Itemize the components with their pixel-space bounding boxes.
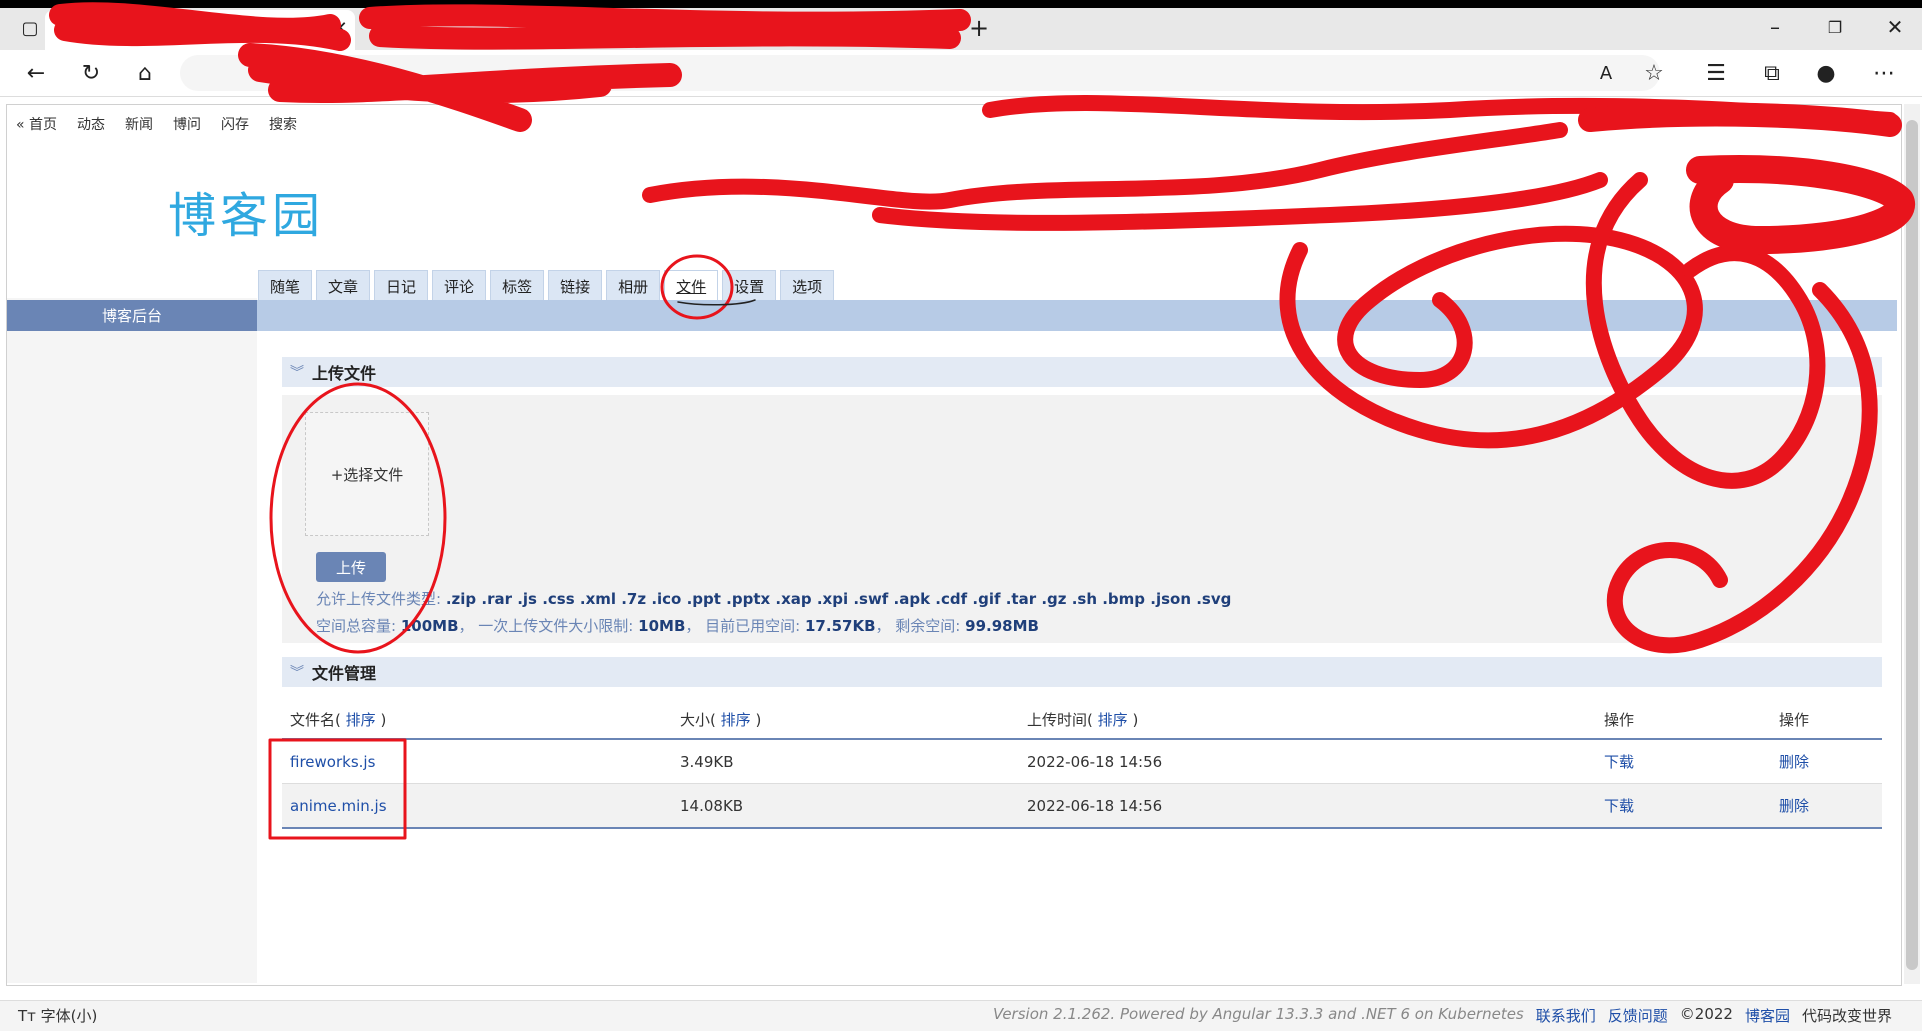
files-section-title: 文件管理	[312, 664, 377, 683]
close-tab-icon[interactable]: ✕	[326, 14, 354, 42]
sidebar-title[interactable]: 博客后台	[7, 300, 257, 331]
col-action-download: 操作	[1596, 700, 1771, 740]
tab-articles[interactable]: 文章	[316, 270, 371, 301]
scrollbar-thumb[interactable]	[1906, 120, 1918, 970]
col-upload-time: 上传时间( 排序 )	[1019, 700, 1596, 740]
file-name-link[interactable]: fireworks.js	[290, 753, 375, 771]
choose-file-button[interactable]: +选择文件	[305, 412, 429, 536]
feedback-link[interactable]: 反馈问题	[1608, 1005, 1668, 1026]
file-size: 14.08KB	[672, 783, 1019, 829]
profile-icon[interactable]: ●	[1812, 59, 1840, 87]
site-nav: « 首页 动态 新闻 博问 闪存 搜索	[16, 114, 297, 134]
minimize-icon[interactable]: –	[1760, 12, 1790, 42]
brand-link[interactable]: 博客园	[1745, 1005, 1790, 1026]
upload-section-header[interactable]: ︾ 上传文件	[282, 357, 1882, 387]
admin-tabs: 随笔 文章 日记 评论 标签 链接 相册 文件 设置 选项	[258, 270, 835, 301]
slogan-text: 代码改变世界	[1801, 1007, 1892, 1025]
remaining-space-value: 99.98MB	[965, 617, 1039, 635]
collapse-chevron-icon[interactable]: ︾	[282, 662, 312, 682]
file-name-link[interactable]: anime.min.js	[290, 797, 387, 815]
content-header-band	[257, 300, 1897, 331]
file-upload-time: 2022-06-18 14:56	[1019, 739, 1596, 784]
reload-icon[interactable]: ↻	[77, 59, 105, 87]
sort-by-name-link[interactable]: 排序	[346, 711, 376, 729]
more-menu-icon[interactable]: ⋯	[1870, 59, 1898, 87]
nav-home-link[interactable]: « 首页	[16, 114, 57, 134]
tab-posts[interactable]: 随笔	[258, 270, 313, 301]
file-table: 文件名( 排序 ) 大小( 排序 ) 上传时间( 排序 ) 操作 操作 fire…	[282, 700, 1882, 829]
nav-dynamics-link[interactable]: 动态	[77, 114, 105, 134]
window-close-icon[interactable]: ✕	[1880, 12, 1910, 42]
font-size-toggle[interactable]: Tт 字体(小)	[18, 1005, 97, 1026]
download-link[interactable]: 下载	[1604, 753, 1634, 771]
copyright-text: ©2022	[1679, 1005, 1733, 1023]
tab-files[interactable]: 文件	[664, 270, 719, 301]
single-limit-label: 一次上传文件大小限制:	[478, 617, 634, 635]
remaining-space-label: 剩余空间:	[895, 617, 961, 635]
upload-section-title: 上传文件	[312, 364, 377, 383]
tab-actions-icon[interactable]: ▢	[16, 14, 44, 42]
file-upload-time: 2022-06-18 14:56	[1019, 783, 1596, 829]
allowed-types-value: .zip .rar .js .css .xml .7z .ico .ppt .p…	[445, 590, 1232, 608]
files-section-header[interactable]: ︾ 文件管理	[282, 657, 1882, 687]
tab-links[interactable]: 链接	[548, 270, 603, 301]
table-header-row: 文件名( 排序 ) 大小( 排序 ) 上传时间( 排序 ) 操作 操作	[282, 700, 1882, 740]
site-logo[interactable]: 博客园	[168, 176, 324, 246]
table-row: fireworks.js 3.49KB 2022-06-18 14:56 下载 …	[282, 739, 1882, 784]
admin-sidebar	[7, 298, 257, 983]
used-space-label: 目前已用空间:	[705, 617, 801, 635]
total-capacity-value: 100MB	[400, 617, 459, 635]
version-text: Version 2.1.262. Powered by Angular 13.3…	[992, 1005, 1524, 1023]
file-size: 3.49KB	[672, 739, 1019, 784]
contact-us-link[interactable]: 联系我们	[1536, 1005, 1596, 1026]
tab-tags[interactable]: 标签	[490, 270, 545, 301]
tab-options[interactable]: 选项	[780, 270, 835, 301]
collections-icon[interactable]: ⧉	[1758, 59, 1786, 87]
tab-diary[interactable]: 日记	[374, 270, 429, 301]
nav-qa-link[interactable]: 博问	[173, 114, 201, 134]
read-aloud-icon[interactable]: A	[1592, 59, 1620, 87]
footer-links: Version 2.1.262. Powered by Angular 13.3…	[993, 1005, 1892, 1026]
favorites-icon[interactable]: ☰	[1702, 59, 1730, 87]
delete-link[interactable]: 删除	[1779, 753, 1809, 771]
address-bar[interactable]	[180, 55, 1660, 91]
new-tab-icon[interactable]: +	[965, 14, 993, 42]
allowed-types-label: 允许上传文件类型:	[316, 590, 442, 608]
upload-button[interactable]: 上传	[316, 552, 386, 582]
quota-line: 空间总容量: 100MB， 一次上传文件大小限制: 10MB， 目前已用空间: …	[316, 617, 1039, 635]
back-icon[interactable]: ←	[22, 59, 50, 87]
sort-by-size-link[interactable]: 排序	[721, 711, 751, 729]
sort-by-time-link[interactable]: 排序	[1098, 711, 1128, 729]
used-space-value: 17.57KB	[805, 617, 876, 635]
tab-comments[interactable]: 评论	[432, 270, 487, 301]
nav-search-link[interactable]: 搜索	[269, 114, 297, 134]
table-row: anime.min.js 14.08KB 2022-06-18 14:56 下载…	[282, 783, 1882, 829]
restore-icon[interactable]: ❐	[1820, 12, 1850, 42]
home-icon[interactable]: ⌂	[131, 59, 159, 87]
col-filename: 文件名( 排序 )	[282, 700, 672, 740]
tab-settings[interactable]: 设置	[722, 270, 777, 301]
allowed-types-line: 允许上传文件类型: .zip .rar .js .css .xml .7z .i…	[316, 588, 1231, 609]
col-action-delete: 操作	[1771, 700, 1882, 740]
col-size: 大小( 排序 )	[672, 700, 1019, 740]
screen-top-edge	[0, 0, 1922, 8]
collapse-chevron-icon[interactable]: ︾	[282, 362, 312, 382]
download-link[interactable]: 下载	[1604, 797, 1634, 815]
total-capacity-label: 空间总容量:	[316, 617, 397, 635]
single-limit-value: 10MB	[638, 617, 686, 635]
nav-news-link[interactable]: 新闻	[125, 114, 153, 134]
nav-flash-link[interactable]: 闪存	[221, 114, 249, 134]
browser-tab-active[interactable]	[45, 10, 355, 50]
delete-link[interactable]: 删除	[1779, 797, 1809, 815]
tab-albums[interactable]: 相册	[606, 270, 661, 301]
favorite-star-icon[interactable]: ☆	[1640, 59, 1668, 87]
